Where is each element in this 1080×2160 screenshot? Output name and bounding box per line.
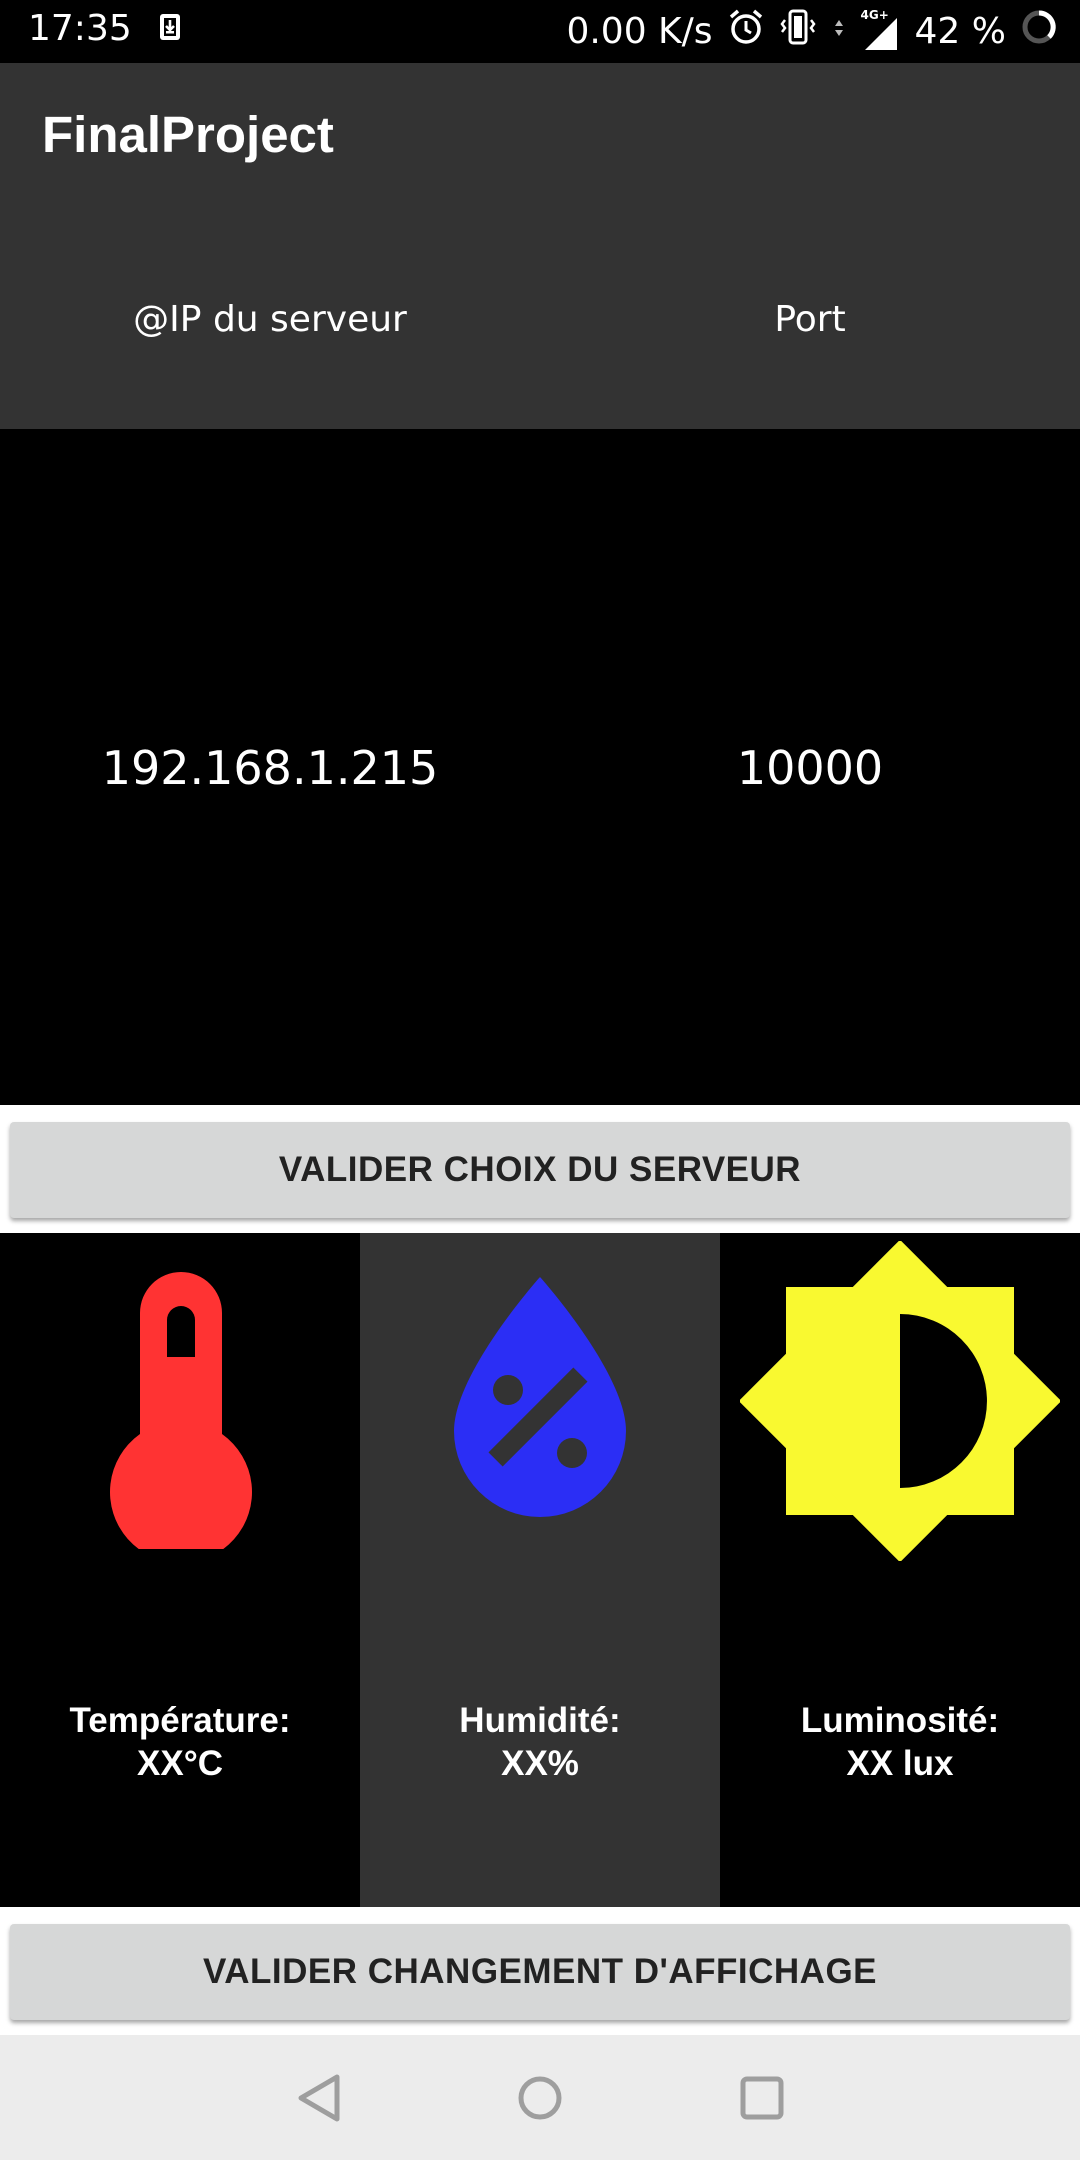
server-values: 192.168.1.215 10000 <box>0 429 1080 1105</box>
recents-icon[interactable] <box>727 2063 797 2133</box>
humidity-tile[interactable]: Humidité: XX% <box>360 1233 720 1907</box>
thermometer-icon <box>110 1272 252 1549</box>
temperature-label: Température: XX°C <box>0 1699 360 1785</box>
status-time: 17:35 <box>28 8 132 49</box>
data-arrows-icon <box>831 8 847 55</box>
app-title: FinalProject <box>42 106 334 163</box>
alarm-icon <box>727 8 765 55</box>
sensor-tiles: Température: XX°C Humidité: XX% Luminosi… <box>0 1233 1080 1907</box>
ip-label: @IP du serveur <box>133 299 407 340</box>
port-value[interactable]: 10000 <box>540 741 1080 795</box>
brightness-icon <box>740 1241 1060 1561</box>
temperature-title: Température: <box>69 1701 291 1740</box>
validate-display-button[interactable]: VALIDER CHANGEMENT D'AFFICHAGE <box>10 1924 1070 2020</box>
vibrate-icon <box>779 8 817 55</box>
humidity-value: XX% <box>501 1744 579 1783</box>
validate-server-button[interactable]: VALIDER CHOIX DU SERVEUR <box>10 1122 1070 1218</box>
network-speed: 0.00 K/s <box>566 11 713 52</box>
humidity-title: Humidité: <box>459 1701 621 1740</box>
battery-level: 42 % <box>914 11 1006 52</box>
humidity-label: Humidité: XX% <box>360 1699 720 1785</box>
temperature-value: XX°C <box>137 1744 223 1783</box>
ip-value[interactable]: 192.168.1.215 <box>0 741 540 795</box>
app-bar: FinalProject <box>0 63 1080 211</box>
home-icon[interactable] <box>505 2063 575 2133</box>
luminosity-title: Luminosité: <box>800 1701 1000 1740</box>
humidity-drop-icon <box>454 1277 626 1517</box>
luminosity-tile[interactable]: Luminosité: XX lux <box>720 1233 1080 1907</box>
back-icon[interactable] <box>285 2063 355 2133</box>
server-header: @IP du serveur Port <box>0 211 1080 429</box>
status-bar: 17:35 0.00 K/s 4G+ 42 % <box>0 0 1080 63</box>
battery-icon <box>1020 8 1058 55</box>
port-label: Port <box>774 299 846 340</box>
network-type: 4G+ <box>860 7 889 22</box>
navigation-bar <box>0 2035 1080 2160</box>
signal-icon: 4G+ <box>861 8 901 52</box>
luminosity-label: Luminosité: XX lux <box>720 1699 1080 1785</box>
temperature-tile[interactable]: Température: XX°C <box>0 1233 360 1907</box>
luminosity-value: XX lux <box>846 1744 954 1783</box>
download-icon <box>158 9 194 49</box>
